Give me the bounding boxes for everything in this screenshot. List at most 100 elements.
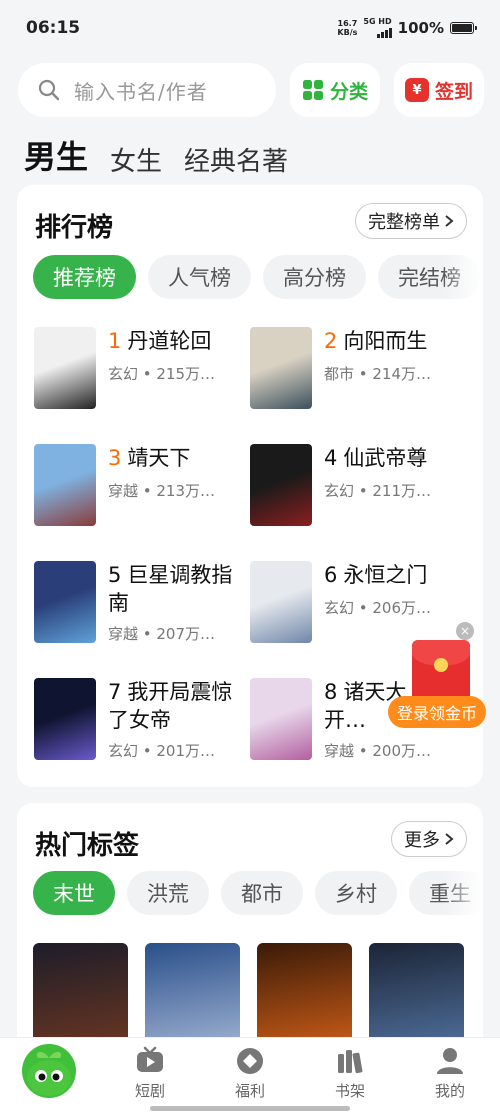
hot-tags-title: 热门标签	[35, 831, 140, 861]
book-title: 5 巨星调教指南	[108, 561, 248, 617]
chevron-right-icon	[445, 833, 454, 845]
gift-icon	[237, 1048, 263, 1074]
book-cover[interactable]	[34, 444, 96, 526]
login-coins-label[interactable]: 登录领金币	[388, 696, 486, 728]
book-meta: 玄幻 • 215万…	[108, 365, 216, 383]
book-cover[interactable]	[250, 561, 312, 643]
chips-fade	[443, 868, 483, 918]
more-tags-button[interactable]: 更多	[391, 821, 467, 857]
rank-number: 2	[324, 329, 338, 353]
nav-label: 福利	[234, 1082, 265, 1100]
book-meta: 玄幻 • 206万…	[324, 599, 432, 617]
home-mascot-icon[interactable]	[22, 1044, 76, 1098]
book-title-text: 仙武帝尊	[343, 446, 428, 470]
book-cover[interactable]	[34, 327, 96, 409]
nav-bookshelf[interactable]: 书架	[310, 1046, 390, 1101]
rank-number: 4	[324, 446, 338, 470]
book-title: 2 向阳而生	[324, 327, 464, 355]
chevron-right-icon	[445, 215, 454, 227]
search-placeholder: 输入书名/作者	[74, 79, 208, 104]
ranking-title: 排行榜	[35, 213, 114, 243]
nav-label: 书架	[334, 1082, 365, 1100]
nav-short-drama[interactable]: 短剧	[110, 1046, 190, 1101]
tag-chip[interactable]: 都市	[221, 871, 303, 915]
battery-icon	[450, 21, 477, 34]
search-box[interactable]: 输入书名/作者	[18, 63, 276, 117]
ranking-book[interactable]: 5 巨星调教指南 穿越 • 207万…	[34, 561, 249, 651]
sign-in-button[interactable]: ¥ 签到	[394, 63, 484, 117]
sign-in-icon: ¥	[404, 78, 429, 102]
book-title-text: 永恒之门	[343, 563, 428, 587]
red-envelope-icon[interactable]	[412, 640, 470, 704]
signal-indicator: 5G HD	[363, 17, 392, 38]
book-title: 4 仙武帝尊	[324, 444, 464, 472]
book-title: 6 永恒之门	[324, 561, 464, 589]
rank-number: 3	[108, 446, 122, 470]
chip-top-rated[interactable]: 高分榜	[263, 255, 366, 299]
status-bar: 06:15 16.7 KB/s 5G HD 100%	[0, 0, 500, 58]
book-title: 7 我开局震惊了女帝	[108, 678, 248, 734]
ranking-book[interactable]: 2 向阳而生 都市 • 214万…	[250, 327, 465, 417]
book-title-text: 丹道轮回	[127, 329, 212, 353]
book-cover[interactable]	[250, 327, 312, 409]
chip-popular[interactable]: 人气榜	[148, 255, 251, 299]
hot-tags-card: 热门标签 更多 末世 洪荒 都市 乡村 重生	[17, 803, 483, 1063]
book-meta: 都市 • 214万…	[324, 365, 432, 383]
category-label: 分类	[329, 80, 368, 103]
battery-percent: 100%	[397, 18, 444, 37]
rank-number: 8	[324, 680, 338, 704]
ranking-chips: 推荐榜 人气榜 高分榜 完结榜	[33, 255, 481, 299]
book-meta: 穿越 • 200万…	[324, 742, 432, 760]
book-title-text: 靖天下	[127, 446, 191, 470]
rank-number: 1	[108, 329, 122, 353]
chips-fade	[443, 252, 483, 302]
ranking-book[interactable]: 3 靖天下 穿越 • 213万…	[34, 444, 249, 534]
nav-label: 我的	[434, 1082, 465, 1100]
category-grid-icon	[302, 80, 323, 100]
channel-tabs: 男生 女生 经典名著	[24, 132, 288, 178]
book-meta: 玄幻 • 211万…	[324, 482, 432, 500]
book-meta: 穿越 • 207万…	[108, 625, 216, 643]
bookshelf-icon	[338, 1050, 363, 1074]
book-title-text: 巨星调教指南	[108, 563, 233, 615]
book-cover[interactable]	[250, 444, 312, 526]
ranking-book[interactable]: 7 我开局震惊了女帝 玄幻 • 201万…	[34, 678, 249, 768]
rank-number: 7	[108, 680, 122, 704]
chip-recommended[interactable]: 推荐榜	[33, 255, 136, 299]
tag-chip[interactable]: 洪荒	[127, 871, 209, 915]
nav-welfare[interactable]: 福利	[210, 1046, 290, 1101]
user-icon	[437, 1048, 463, 1074]
book-cover[interactable]	[34, 561, 96, 643]
full-list-button[interactable]: 完整榜单	[355, 203, 467, 239]
close-icon[interactable]: ×	[456, 622, 474, 640]
home-indicator[interactable]	[150, 1106, 350, 1111]
signal-bars-icon	[376, 26, 392, 38]
tab-female[interactable]: 女生	[110, 141, 162, 178]
network-speed: 16.7 KB/s	[337, 18, 358, 37]
book-meta: 玄幻 • 201万…	[108, 742, 216, 760]
book-cover[interactable]	[250, 678, 312, 760]
status-time: 06:15	[26, 18, 81, 38]
tab-male[interactable]: 男生	[24, 132, 88, 178]
category-button[interactable]: 分类	[290, 63, 380, 117]
ranking-book[interactable]: 1 丹道轮回 玄幻 • 215万…	[34, 327, 249, 417]
tag-chips: 末世 洪荒 都市 乡村 重生	[33, 871, 483, 915]
mascot-face-icon	[27, 1051, 71, 1096]
signal-label: 5G HD	[363, 17, 392, 26]
book-title: 3 靖天下	[108, 444, 248, 472]
tag-chip[interactable]: 末世	[33, 871, 115, 915]
tag-chip[interactable]: 乡村	[315, 871, 397, 915]
book-title: 1 丹道轮回	[108, 327, 248, 355]
more-tags-label: 更多	[404, 830, 440, 851]
book-title-text: 向阳而生	[343, 329, 428, 353]
ranking-book[interactable]: 4 仙武帝尊 玄幻 • 211万…	[250, 444, 465, 534]
tab-classics[interactable]: 经典名著	[184, 141, 288, 178]
status-indicators: 16.7 KB/s 5G HD 100%	[337, 17, 477, 38]
nav-profile[interactable]: 我的	[410, 1046, 490, 1101]
red-packet-float[interactable]: × 登录领金币	[388, 622, 498, 732]
book-title-text: 我开局震惊了女帝	[108, 680, 233, 732]
nav-label: 短剧	[134, 1082, 165, 1100]
book-meta: 穿越 • 213万…	[108, 482, 216, 500]
book-cover[interactable]	[34, 678, 96, 760]
full-list-label: 完整榜单	[368, 212, 440, 233]
